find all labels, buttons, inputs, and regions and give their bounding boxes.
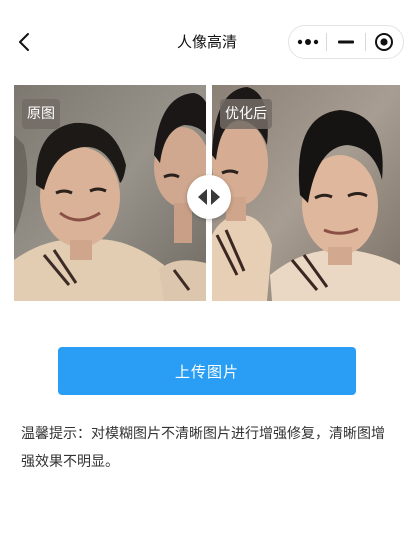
left-right-arrows-icon: [198, 189, 220, 205]
before-after-comparison[interactable]: 原图 优化后: [14, 85, 400, 301]
chevron-left-icon: [19, 33, 29, 51]
more-dots-icon: [297, 39, 318, 45]
back-button[interactable]: [12, 30, 36, 54]
upload-image-button[interactable]: 上传图片: [58, 347, 356, 395]
minimize-button[interactable]: [327, 26, 364, 58]
enhanced-label: 优化后: [220, 99, 272, 129]
comparison-slider-handle[interactable]: [187, 175, 231, 219]
tip-text: 温馨提示：对模糊图片不清晰图片进行增强修复，清晰图增强效果不明显。: [21, 426, 385, 470]
more-button[interactable]: [289, 26, 326, 58]
mini-program-capsule: [288, 25, 404, 59]
navigation-bar: 人像高清: [0, 0, 414, 84]
close-button[interactable]: [366, 26, 403, 58]
target-circle-icon: [375, 33, 394, 51]
minus-icon: [337, 40, 354, 44]
original-label: 原图: [22, 99, 60, 129]
